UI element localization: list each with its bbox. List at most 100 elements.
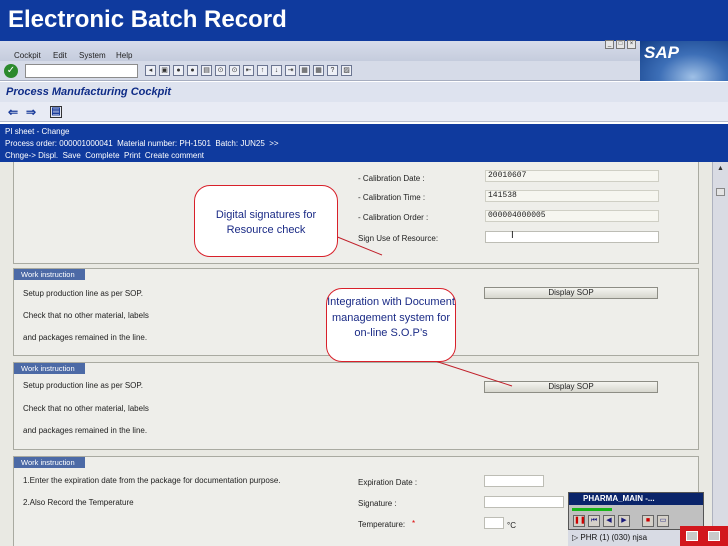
display-sop-button[interactable]: Display SOP (484, 381, 658, 393)
required-mark: * (412, 519, 416, 528)
instruction-line: and packages remained in the line. (23, 333, 148, 342)
work-instruction-tab: Work instruction (14, 269, 85, 280)
minimize-icon[interactable]: _ (605, 40, 614, 49)
new-session-icon[interactable]: ▦ (299, 65, 310, 76)
instruction-line: and packages remained in the line. (23, 426, 148, 435)
back-icon[interactable]: ◂ (145, 65, 156, 76)
first-icon[interactable]: ⏮ (588, 515, 600, 527)
more-button[interactable]: >> (269, 139, 278, 148)
menu-help[interactable]: Help (116, 51, 132, 60)
menu-cockpit[interactable]: Cockpit (14, 51, 41, 60)
order-info: Process order: 000001000041 Material num… (5, 139, 279, 148)
first-page-icon[interactable]: ⇤ (243, 65, 254, 76)
stop-icon[interactable]: ■ (642, 515, 654, 527)
arrow-right-icon[interactable]: ⇒ (24, 105, 38, 119)
instruction-line: Setup production line as per SOP. (23, 289, 143, 298)
stop-icon[interactable] (708, 531, 720, 541)
sap-logo-text: SAP (644, 43, 679, 62)
change-display-button[interactable]: Chnge-> Displ. (5, 151, 58, 160)
slide-header: Electronic Batch Record (0, 0, 728, 41)
pharma-main-window: PHARMA_MAIN -... ❚❚ ⏮ ◀ ▶ ■ ▭ (568, 492, 704, 530)
instruction-line: Check that no other material, labels (23, 311, 149, 320)
instruction-line: Check that no other material, labels (23, 404, 149, 413)
work-instruction-tab: Work instruction (14, 363, 85, 374)
print-button[interactable]: Print (124, 151, 140, 160)
find-icon[interactable]: ⊙ (215, 65, 226, 76)
integration-callout: Integration with Document management sys… (326, 288, 456, 362)
work-instruction-tab: Work instruction (14, 457, 85, 468)
find-next-icon[interactable]: ⊙ (229, 65, 240, 76)
last-page-icon[interactable]: ⇥ (285, 65, 296, 76)
toolbar-icons: ◂ ▣ ● ● ▤ ⊙ ⊙ ⇤ ↑ ↓ ⇥ ▦ ▦ ? ▨ (145, 65, 352, 76)
sap-logo: SAP (640, 41, 728, 81)
next-icon[interactable]: ▶ (618, 515, 630, 527)
instruction-line: 1.Enter the expiration date from the pac… (23, 476, 281, 485)
calibration-section: - Calibration Date : 20010607 - Calibrat… (13, 162, 699, 264)
calibration-order-label: - Calibration Order : (358, 213, 429, 222)
arrow-left-icon[interactable]: ⇐ (6, 105, 20, 119)
instruction-line: Setup production line as per SOP. (23, 381, 143, 390)
batch-label: Batch: (215, 139, 239, 148)
system-toolbar: ✓ ◂ ▣ ● ● ▤ ⊙ ⊙ ⇤ ↑ ↓ ⇥ ▦ ▦ ? ▨ (0, 61, 640, 81)
command-field[interactable] (25, 64, 138, 78)
application-toolbar: ⇐ ⇒ ▤ (0, 102, 728, 122)
save-icon[interactable]: ▣ (159, 65, 170, 76)
shortcut-icon[interactable]: ▦ (313, 65, 324, 76)
pause-icon[interactable] (686, 531, 698, 541)
process-order-value: 000001000041 (59, 139, 113, 148)
process-order-label: Process order: (5, 139, 58, 148)
scroll-thumb[interactable] (716, 188, 725, 196)
status-bar: ▷ PHR (1) (030) njsa (568, 530, 680, 546)
status-arrow-icon: ▷ (572, 533, 579, 542)
check-icon[interactable]: ✓ (4, 64, 18, 78)
complete-button[interactable]: Complete (85, 151, 119, 160)
menu-edit[interactable]: Edit (53, 51, 67, 60)
save-button[interactable]: Save (63, 151, 81, 160)
next-page-icon[interactable]: ↓ (271, 65, 282, 76)
mini-window-title: PHARMA_MAIN -... (569, 493, 703, 505)
expiration-date-input[interactable] (484, 475, 544, 487)
menu-system[interactable]: System (79, 51, 106, 60)
pi-sheet-title: PI sheet - Change (5, 127, 70, 136)
maximize-icon[interactable]: □ (616, 40, 625, 49)
calibration-time-value: 141538 (485, 190, 659, 202)
user-status: njsa (632, 533, 648, 542)
close-icon[interactable]: × (627, 40, 636, 49)
display-sop-button[interactable]: Display SOP (484, 287, 658, 299)
cancel-icon[interactable]: ● (187, 65, 198, 76)
prev-page-icon[interactable]: ↑ (257, 65, 268, 76)
material-label: Material number: (117, 139, 178, 148)
temperature-input[interactable] (484, 517, 504, 529)
material-value: PH-1501 (179, 139, 211, 148)
calibration-date-label: - Calibration Date : (358, 174, 425, 183)
vertical-scrollbar[interactable]: ▲ (712, 162, 728, 546)
overview-icon[interactable]: ▤ (50, 106, 62, 118)
title-bar: Process Manufacturing Cockpit (0, 82, 728, 102)
folder-icon[interactable]: ▭ (657, 515, 669, 527)
sheet-actions: Chnge-> Displ. Save Complete Print Creat… (5, 151, 204, 160)
pause-icon[interactable]: ❚❚ (573, 515, 586, 527)
create-comment-button[interactable]: Create comment (145, 151, 204, 160)
scroll-up-icon[interactable]: ▲ (716, 165, 725, 174)
signature-label: Signature : (358, 499, 397, 508)
calibration-order-value: 000004000005 (485, 210, 659, 222)
pi-sheet-header: PI sheet - Change Process order: 0000010… (0, 124, 728, 162)
layout-icon[interactable]: ▨ (341, 65, 352, 76)
window-controls: _ □ × (605, 40, 636, 49)
app-title: Process Manufacturing Cockpit (6, 86, 172, 98)
calibration-time-label: - Calibration Time : (358, 193, 426, 202)
slide-title: Electronic Batch Record (8, 6, 287, 33)
system-status: PHR (1) (030) (580, 533, 631, 542)
progress-bar (572, 508, 612, 511)
expiration-date-label: Expiration Date : (358, 478, 418, 487)
temperature-unit: °C (507, 521, 516, 530)
help-icon[interactable]: ? (327, 65, 338, 76)
work-instruction-2: Work instruction Setup production line a… (13, 362, 699, 450)
previous-icon[interactable]: ◀ (603, 515, 615, 527)
exit-icon[interactable]: ● (173, 65, 184, 76)
digital-signatures-callout: Digital signatures for Resource check (194, 185, 338, 257)
calibration-date-value: 20010607 (485, 170, 659, 182)
signature-input[interactable] (484, 496, 564, 508)
print-icon[interactable]: ▤ (201, 65, 212, 76)
text-cursor-icon: I (511, 230, 514, 241)
